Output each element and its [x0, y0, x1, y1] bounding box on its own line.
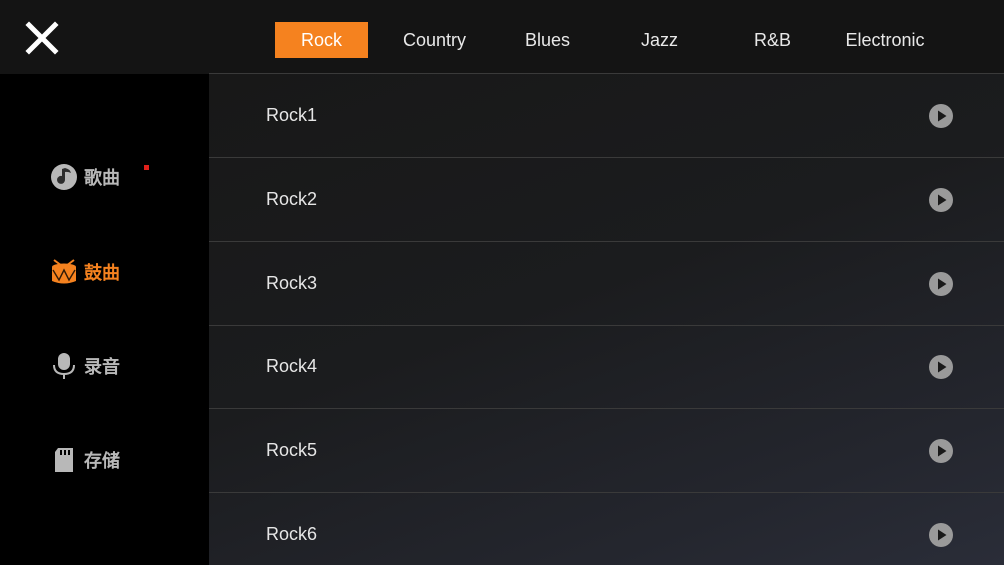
music-note-icon	[50, 163, 78, 191]
play-icon[interactable]	[928, 522, 954, 548]
tab-blues[interactable]: Blues	[501, 22, 594, 58]
list-item[interactable]: Rock1	[209, 74, 1004, 158]
sidebar-item-label: 存储	[84, 451, 120, 472]
tab-rnb[interactable]: R&B	[726, 22, 819, 58]
list-item[interactable]: Rock4	[209, 325, 1004, 409]
close-icon[interactable]	[22, 18, 62, 58]
sidebar-item-label: 鼓曲	[84, 263, 120, 284]
play-icon[interactable]	[928, 354, 954, 380]
sidebar-item-songs[interactable]: 歌曲	[50, 162, 120, 192]
tab-electronic[interactable]: Electronic	[836, 22, 934, 58]
sd-card-icon	[50, 446, 78, 474]
list-item[interactable]: Rock6	[209, 493, 1004, 565]
tab-country[interactable]: Country	[388, 22, 481, 58]
sidebar: 歌曲 鼓曲 录音 存储	[0, 74, 209, 565]
genre-tab-bar: Rock Country Blues Jazz R&B Electronic	[209, 0, 1004, 74]
list-item[interactable]: Rock2	[209, 158, 1004, 242]
notification-dot	[144, 165, 149, 170]
sidebar-item-label: 歌曲	[84, 168, 120, 189]
sidebar-item-recording[interactable]: 录音	[50, 351, 120, 381]
song-title: Rock3	[266, 273, 318, 293]
drum-icon	[50, 258, 78, 286]
play-icon[interactable]	[928, 438, 954, 464]
song-list: Rock1 Rock2 Rock3 Rock4 Rock5 Rock6	[209, 74, 1004, 565]
play-icon[interactable]	[928, 271, 954, 297]
play-icon[interactable]	[928, 187, 954, 213]
list-item[interactable]: Rock3	[209, 242, 1004, 326]
song-title: Rock4	[266, 356, 318, 376]
play-icon[interactable]	[928, 103, 954, 129]
list-item[interactable]: Rock5	[209, 409, 1004, 493]
song-title: Rock5	[266, 440, 318, 460]
drum-app: Rock Country Blues Jazz R&B Electronic 歌…	[0, 0, 1004, 565]
tab-jazz[interactable]: Jazz	[613, 22, 706, 58]
close-area	[0, 0, 209, 74]
sidebar-item-storage[interactable]: 存储	[50, 445, 120, 475]
tab-rock[interactable]: Rock	[275, 22, 368, 58]
microphone-icon	[50, 352, 78, 380]
sidebar-item-label: 录音	[84, 357, 120, 378]
song-title: Rock2	[266, 189, 318, 209]
sidebar-item-drums[interactable]: 鼓曲	[50, 257, 120, 287]
song-title: Rock1	[266, 105, 318, 125]
song-title: Rock6	[266, 524, 318, 544]
